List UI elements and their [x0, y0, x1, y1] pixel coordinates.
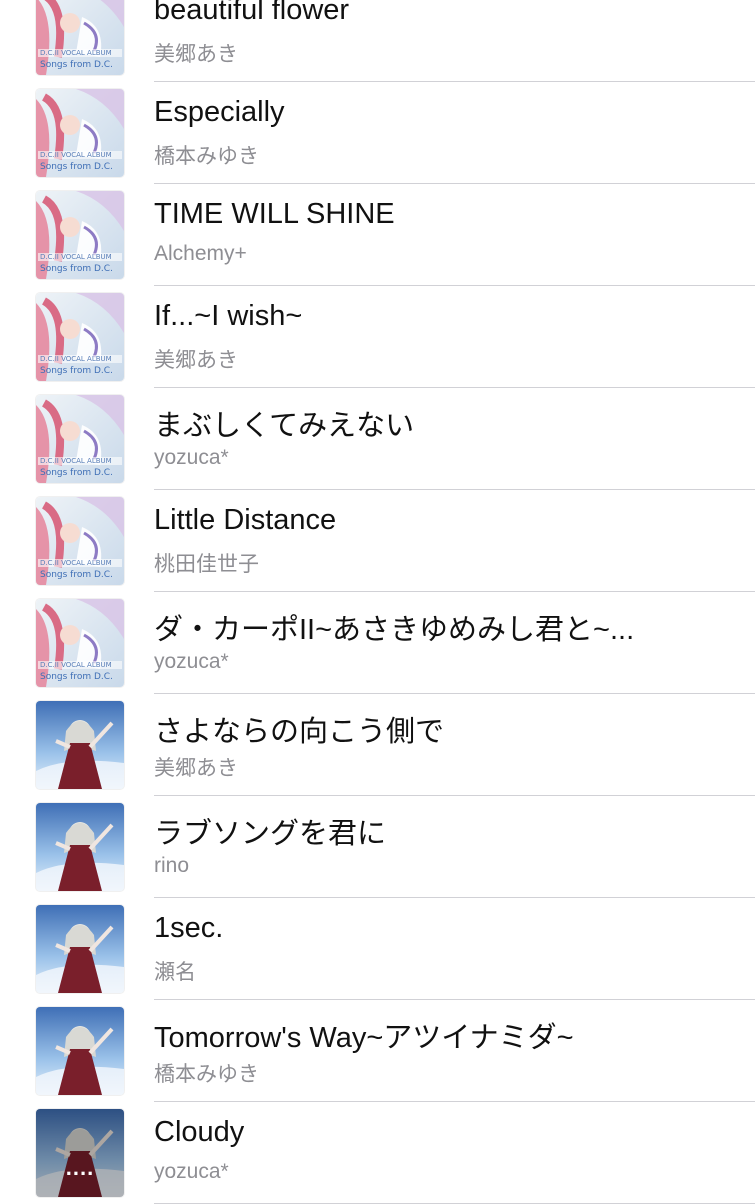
- album-art-sky: ....: [36, 1109, 124, 1197]
- song-row[interactable]: D.C.II VOCAL ALBUM Songs from D.C. Especia…: [0, 82, 755, 184]
- song-title: TIME WILL SHINE: [154, 198, 395, 230]
- song-artist: Alchemy+: [154, 242, 247, 265]
- song-artist: 橋本みゆき: [154, 145, 259, 168]
- song-title: Cloudy: [154, 1116, 245, 1148]
- album-art-dc2-vocal: D.C.II VOCAL ALBUM Songs from D.C.: [36, 89, 124, 177]
- song-title: beautiful flower: [154, 0, 350, 26]
- album-art-dc2-vocal: D.C.II VOCAL ALBUM Songs from D.C.: [36, 395, 124, 483]
- song-text: ラブソングを君に rino: [154, 796, 755, 898]
- song-row[interactable]: D.C.II VOCAL ALBUM Songs from D.C. TIME WI…: [0, 184, 755, 286]
- svg-text:D.C.II VOCAL ALBUM: D.C.II VOCAL ALBUM: [40, 457, 112, 465]
- song-row[interactable]: ラブソングを君に rino: [0, 796, 755, 898]
- song-text: まぶしくてみえない yozuca*: [154, 388, 755, 490]
- now-playing-indicator-icon: ....: [65, 1155, 95, 1180]
- svg-text:D.C.II VOCAL ALBUM: D.C.II VOCAL ALBUM: [40, 49, 112, 57]
- svg-text:D.C.II VOCAL ALBUM: D.C.II VOCAL ALBUM: [40, 661, 112, 669]
- song-row[interactable]: .... Cloudy yozuca*: [0, 1102, 755, 1204]
- song-text: TIME WILL SHINE Alchemy+: [154, 184, 755, 286]
- song-title: ダ・カーポII~あさきゆめみし君と~...: [154, 614, 635, 646]
- album-art-dc2-vocal: D.C.II VOCAL ALBUM Songs from D.C.: [36, 599, 124, 687]
- song-text: beautiful flower 美郷あき: [154, 0, 755, 82]
- svg-text:Songs from D.C.: Songs from D.C.: [40, 570, 113, 580]
- song-title: さよならの向こう側で: [154, 716, 445, 748]
- song-text: If...~I wish~ 美郷あき: [154, 286, 755, 388]
- song-artist: 瀬名: [154, 961, 196, 984]
- song-artist: 美郷あき: [154, 757, 238, 780]
- song-title: Little Distance: [154, 504, 337, 536]
- song-text: Tomorrow's Way~アツイナミダ~ 橋本みゆき: [154, 1000, 755, 1102]
- song-title: ラブソングを君に: [154, 818, 387, 850]
- song-text: さよならの向こう側で美郷あき: [154, 694, 755, 796]
- song-row[interactable]: D.C.II VOCAL ALBUM Songs from D.C. ダ・カーポII…: [0, 592, 755, 694]
- now-playing-overlay: [36, 1109, 124, 1197]
- song-row[interactable]: さよならの向こう側で美郷あき: [0, 694, 755, 796]
- song-artist: yozuca*: [154, 650, 229, 673]
- song-row[interactable]: 1sec. 瀬名: [0, 898, 755, 1000]
- song-text: Little Distance 桃田佳世子: [154, 490, 755, 592]
- svg-text:Songs from D.C.: Songs from D.C.: [40, 468, 113, 478]
- svg-text:Songs from D.C.: Songs from D.C.: [40, 366, 113, 376]
- song-artist: rino: [154, 854, 190, 877]
- song-title: まぶしくてみえない: [154, 410, 415, 442]
- song-row[interactable]: Tomorrow's Way~アツイナミダ~ 橋本みゆき: [0, 1000, 755, 1102]
- song-text: 1sec. 瀬名: [154, 898, 755, 1000]
- svg-text:Songs from D.C.: Songs from D.C.: [40, 162, 113, 172]
- album-art-dc2-vocal: D.C.II VOCAL ALBUM Songs from D.C.: [36, 293, 124, 381]
- svg-text:D.C.II VOCAL ALBUM: D.C.II VOCAL ALBUM: [40, 355, 112, 363]
- svg-text:Songs from D.C.: Songs from D.C.: [40, 672, 113, 682]
- song-text: Especially 橋本みゆき: [154, 82, 755, 184]
- album-art-sky: [36, 1007, 124, 1095]
- song-text: ダ・カーポII~あさきゆめみし君と~... yozuca*: [154, 592, 755, 694]
- svg-text:Songs from D.C.: Songs from D.C.: [40, 60, 113, 70]
- svg-text:D.C.II VOCAL ALBUM: D.C.II VOCAL ALBUM: [40, 253, 112, 261]
- song-row[interactable]: D.C.II VOCAL ALBUM Songs from D.C. Little …: [0, 490, 755, 592]
- svg-text:D.C.II VOCAL ALBUM: D.C.II VOCAL ALBUM: [40, 151, 112, 159]
- song-artist: 桃田佳世子: [154, 553, 259, 576]
- song-row[interactable]: D.C.II VOCAL ALBUM Songs from D.C. If...~I…: [0, 286, 755, 388]
- song-title: Especially: [154, 96, 285, 128]
- song-list: D.C.II VOCAL ALBUM Songs from D.C. beautif…: [0, 0, 755, 1204]
- song-title: 1sec.: [154, 912, 224, 944]
- song-row[interactable]: D.C.II VOCAL ALBUM Songs from D.C. まぶしくてみえ…: [0, 388, 755, 490]
- song-artist: 美郷あき: [154, 43, 238, 66]
- svg-text:Songs from D.C.: Songs from D.C.: [40, 264, 113, 274]
- song-row[interactable]: D.C.II VOCAL ALBUM Songs from D.C. beautif…: [0, 0, 755, 82]
- song-artist: 橋本みゆき: [154, 1063, 259, 1086]
- song-artist: 美郷あき: [154, 349, 238, 372]
- album-art-sky: [36, 803, 124, 891]
- song-artist: yozuca*: [154, 446, 229, 469]
- song-artist: yozuca*: [154, 1160, 229, 1183]
- svg-text:D.C.II VOCAL ALBUM: D.C.II VOCAL ALBUM: [40, 559, 112, 567]
- song-text: Cloudy yozuca*: [154, 1102, 755, 1204]
- album-art-dc2-vocal: D.C.II VOCAL ALBUM Songs from D.C.: [36, 497, 124, 585]
- album-art-dc2-vocal: D.C.II VOCAL ALBUM Songs from D.C.: [36, 0, 124, 75]
- album-art-sky: [36, 701, 124, 789]
- album-art-dc2-vocal: D.C.II VOCAL ALBUM Songs from D.C.: [36, 191, 124, 279]
- album-art-sky: [36, 905, 124, 993]
- song-title: If...~I wish~: [154, 300, 303, 332]
- song-title: Tomorrow's Way~アツイナミダ~: [154, 1022, 574, 1054]
